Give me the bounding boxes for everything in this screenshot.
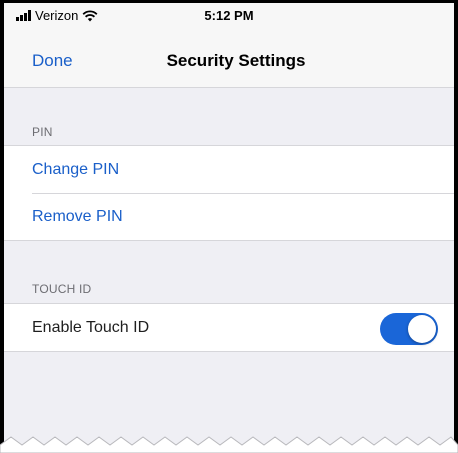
- change-pin-label: Change PIN: [32, 160, 120, 178]
- remove-pin-label: Remove PIN: [32, 207, 123, 225]
- phone-screen: Verizon 5:12 PM Security Settings Done P…: [0, 0, 458, 453]
- touch-id-label: Enable Touch ID: [32, 318, 150, 336]
- status-time: 5:12 PM: [204, 8, 254, 23]
- section-header-touch-id: TOUCH ID: [32, 282, 92, 296]
- done-button[interactable]: Done: [32, 51, 73, 71]
- toggle-knob: [408, 315, 436, 343]
- remove-pin-button[interactable]: Remove PIN: [4, 193, 454, 240]
- pin-group: Change PIN Remove PIN: [4, 145, 454, 241]
- section-header-pin: PIN: [32, 125, 53, 139]
- change-pin-button[interactable]: Change PIN: [4, 146, 454, 193]
- touch-id-row: Enable Touch ID: [4, 304, 454, 351]
- touch-id-toggle[interactable]: [380, 313, 438, 345]
- touch-id-group: Enable Touch ID: [4, 303, 454, 352]
- navigation-bar: Security Settings Done: [4, 29, 454, 88]
- status-bar: Verizon 5:12 PM: [4, 3, 454, 29]
- torn-edge-decoration: [0, 436, 458, 453]
